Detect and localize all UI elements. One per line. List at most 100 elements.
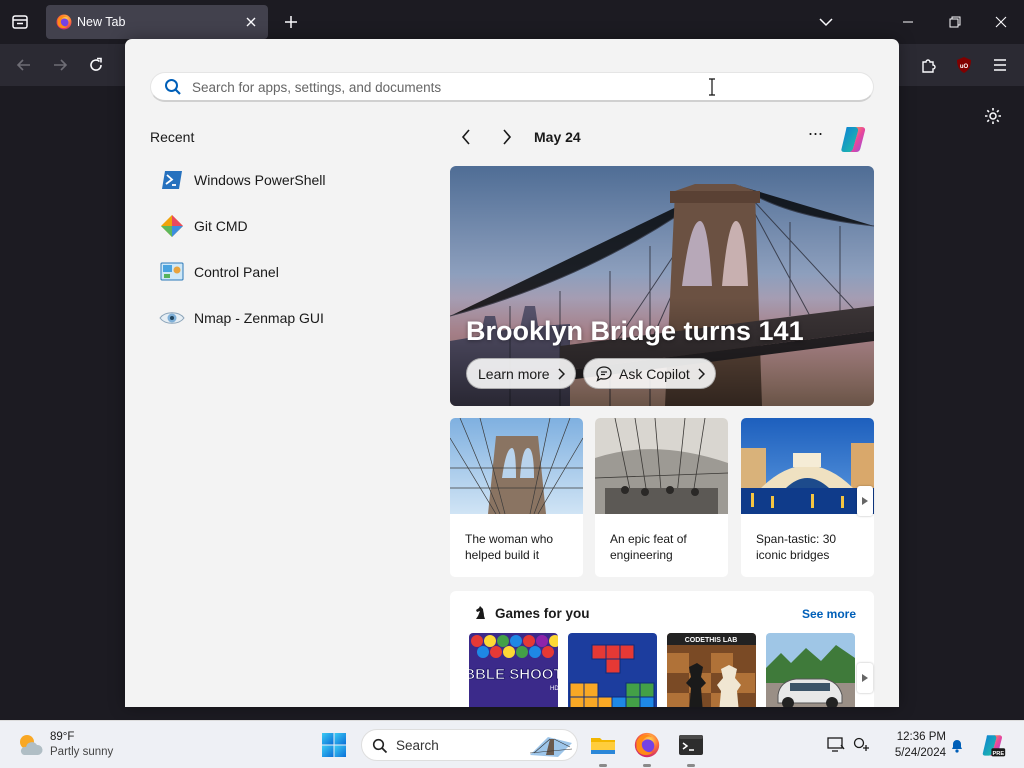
taskbar: 89°F Partly sunny Search 12:36 PM 5/24/2…	[0, 720, 1024, 768]
game-tile-chess[interactable]: CODETHIS LAB	[667, 633, 756, 707]
chat-bubble-icon	[596, 365, 612, 382]
ask-copilot-label: Ask Copilot	[619, 365, 690, 382]
restore-icon[interactable]	[943, 10, 967, 34]
copilot-icon[interactable]	[838, 123, 870, 155]
search-box[interactable]	[150, 72, 874, 102]
recent-item-git-cmd[interactable]: Git CMD	[150, 203, 420, 249]
game-tile-bubble-shooter[interactable]: BUBBLE SHOOTER HD	[469, 633, 558, 707]
news-card[interactable]: Span-tastic: 30 iconic bridges	[741, 418, 874, 577]
bubble-shooter-image: BUBBLE SHOOTER HD	[469, 633, 558, 707]
puzzle-extensions-icon[interactable]	[917, 53, 941, 77]
game-tile-block-puzzle[interactable]	[568, 633, 657, 707]
cards-next-button[interactable]	[857, 486, 873, 516]
reload-icon[interactable]	[84, 53, 108, 77]
game-tile-racing[interactable]	[766, 633, 855, 707]
taskbar-app-file-explorer[interactable]	[588, 730, 618, 767]
block-puzzle-image	[568, 633, 657, 707]
gear-icon[interactable]	[981, 104, 1005, 128]
news-card-caption: An epic feat of engineering	[610, 532, 687, 562]
taskbar-search-label: Search	[396, 738, 439, 753]
powershell-icon	[159, 167, 185, 193]
learn-more-label: Learn more	[478, 365, 550, 382]
chevron-right-icon[interactable]	[496, 126, 518, 148]
zenmap-icon	[159, 305, 185, 331]
recent-item-label: Git CMD	[194, 218, 248, 234]
chess-game-image: CODETHIS LAB	[667, 633, 756, 707]
recent-item-label: Windows PowerShell	[194, 172, 326, 188]
tab-new-tab[interactable]: New Tab	[46, 5, 268, 39]
recent-item-zenmap[interactable]: Nmap - Zenmap GUI	[150, 295, 420, 341]
learn-more-button[interactable]: Learn more	[466, 358, 576, 389]
chess-knight-icon	[476, 606, 485, 619]
chevron-right-icon	[698, 367, 705, 380]
copilot-pre-icon[interactable]: PRE	[980, 732, 1006, 758]
git-icon	[159, 213, 185, 239]
recent-item-label: Nmap - Zenmap GUI	[194, 310, 324, 326]
news-card-caption: The woman who helped build it	[465, 532, 554, 562]
network-tray-icon[interactable]	[852, 735, 872, 755]
text-cursor-icon	[709, 78, 715, 96]
games-widget: Games for you See more BUBBLE SHOOTER HD	[450, 591, 874, 707]
running-indicator	[599, 764, 607, 767]
news-card[interactable]: The woman who helped build it	[450, 418, 583, 577]
game-tile-badge: HD	[550, 686, 558, 692]
recent-item-control-panel[interactable]: Control Panel	[150, 249, 420, 295]
widgets-header: May 24 ···	[450, 123, 874, 152]
hero-card[interactable]: Brooklyn Bridge turns 141 Learn more Ask…	[450, 166, 874, 406]
windows-search-flyout: Recent Windows PowerShell Git CMD Contro…	[125, 39, 899, 707]
taskbar-app-terminal[interactable]	[676, 730, 706, 767]
new-tab-plus-icon[interactable]	[280, 11, 302, 33]
back-arrow-icon[interactable]	[12, 53, 36, 77]
svg-text:PRE: PRE	[992, 751, 1004, 757]
weather-temp: 89°F	[50, 731, 75, 743]
engraving-image	[595, 418, 728, 514]
ublock-origin-icon[interactable]: uO	[952, 53, 976, 77]
display-tray-icon[interactable]	[826, 735, 846, 755]
clock-time: 12:36 PM	[896, 731, 946, 743]
taskbar-search-box[interactable]: Search	[361, 729, 578, 761]
caret-right-icon	[862, 497, 868, 505]
firefox-icon	[634, 732, 660, 758]
search-input[interactable]	[192, 76, 792, 98]
chevron-right-icon	[558, 367, 565, 380]
system-clock[interactable]: 12:36 PM 5/24/2024	[880, 729, 946, 761]
file-explorer-icon	[591, 738, 615, 754]
search-icon	[165, 79, 181, 95]
bridge-photo-image	[450, 418, 583, 514]
running-indicator	[687, 764, 695, 767]
hamburger-menu-icon[interactable]	[988, 53, 1012, 77]
see-more-link[interactable]: See more	[802, 607, 856, 621]
clock-date: 5/24/2024	[894, 747, 946, 759]
hero-title: Brooklyn Bridge turns 141	[466, 316, 804, 346]
recent-heading: Recent	[150, 129, 195, 145]
recent-item-powershell[interactable]: Windows PowerShell	[150, 157, 420, 203]
terminal-icon	[679, 735, 703, 755]
minimize-icon[interactable]	[896, 10, 920, 34]
windows-start-icon[interactable]	[321, 732, 347, 758]
weather-condition: Partly sunny	[50, 746, 114, 758]
list-all-tabs-icon[interactable]	[8, 10, 32, 34]
games-next-button[interactable]	[857, 663, 873, 693]
games-title: Games for you	[495, 606, 590, 621]
close-window-icon[interactable]	[989, 10, 1013, 34]
recent-item-label: Control Panel	[194, 264, 279, 280]
chevron-down-icon[interactable]	[814, 10, 838, 34]
forward-arrow-icon[interactable]	[48, 53, 72, 77]
more-options-button[interactable]: ···	[804, 124, 826, 148]
browser-tab-bar: New Tab	[0, 0, 1024, 44]
running-indicator	[643, 764, 651, 767]
weather-widget[interactable]: 89°F Partly sunny	[16, 729, 113, 761]
firefox-icon	[56, 14, 72, 30]
news-card[interactable]: An epic feat of engineering	[595, 418, 728, 577]
svg-text:uO: uO	[960, 64, 969, 70]
rialto-bridge-image	[741, 418, 874, 514]
tab-title: New Tab	[77, 15, 126, 29]
notification-bell-icon[interactable]	[947, 735, 967, 755]
search-highlight-bridge-icon	[529, 737, 573, 757]
chevron-left-icon[interactable]	[455, 126, 477, 148]
ask-copilot-button[interactable]: Ask Copilot	[583, 358, 716, 389]
game-tile-brand: CODETHIS LAB	[685, 637, 738, 644]
caret-right-icon	[862, 674, 868, 682]
taskbar-app-firefox[interactable]	[632, 730, 662, 767]
close-tab-icon[interactable]	[242, 13, 260, 31]
